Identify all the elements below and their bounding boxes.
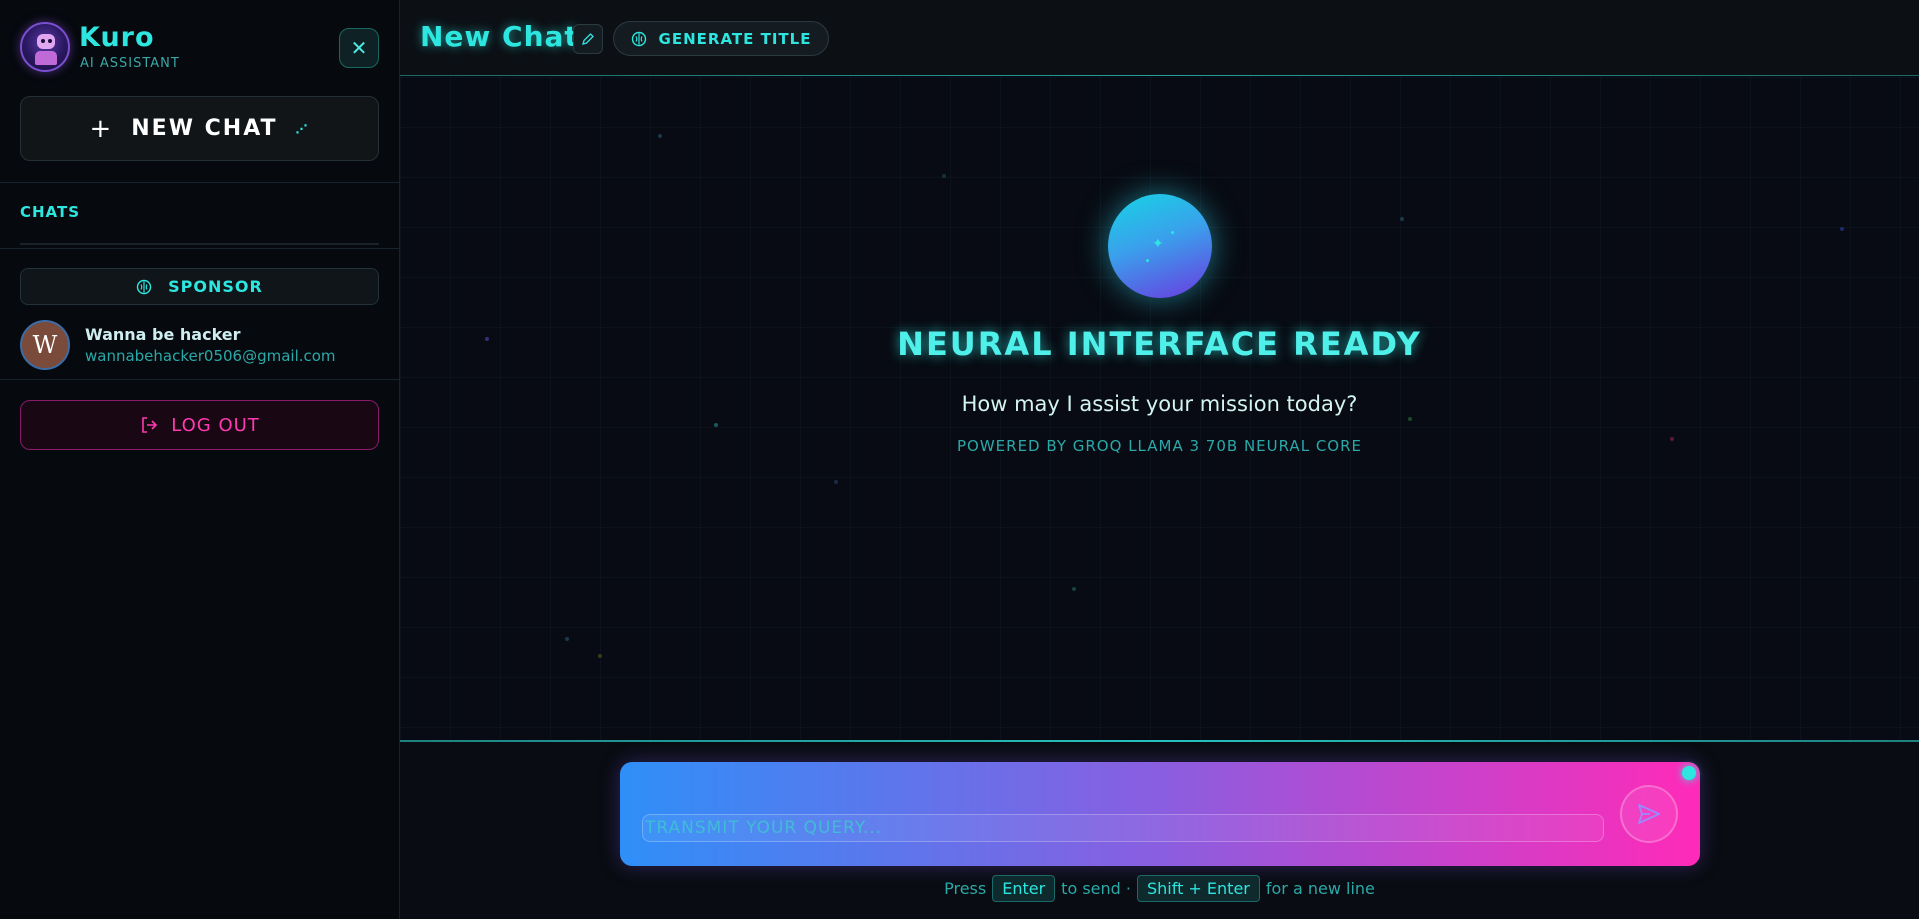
assistant-orb: ✦ [1108, 194, 1212, 298]
logout-label: LOG OUT [171, 414, 260, 436]
sponsor-button[interactable]: SPONSOR [20, 268, 379, 305]
divider [0, 248, 400, 249]
chats-section-label: CHATS [20, 203, 81, 221]
background-star [1400, 217, 1404, 221]
main-panel: New Chat GENERATE TITLE ✦ NEURAL INTERFA… [400, 0, 1919, 919]
robot-eye-right [48, 39, 52, 43]
orb-spark-dot [1146, 259, 1149, 262]
orb-spark-dot [1171, 231, 1174, 234]
robot-body [35, 51, 57, 65]
query-input[interactable] [642, 814, 1604, 842]
background-star [714, 423, 718, 427]
background-star [1072, 587, 1076, 591]
send-icon [1638, 804, 1660, 824]
chats-list [20, 243, 379, 245]
edit-title-button[interactable] [573, 24, 603, 54]
brain-icon [631, 31, 646, 46]
brand: Kuro AI ASSISTANT [20, 22, 380, 74]
generate-title-button[interactable]: GENERATE TITLE [613, 21, 829, 56]
brand-subtitle: AI ASSISTANT [80, 56, 180, 71]
powered-by-text: POWERED BY GROQ LLAMA 3 70B NEURAL CORE [956, 437, 1362, 455]
keyboard-hint: Press Enter to send · Shift + Enter for … [400, 875, 1919, 902]
robot-head [37, 34, 55, 49]
background-star [565, 637, 569, 641]
background-star [658, 134, 662, 138]
background-star [1840, 227, 1844, 231]
enter-key: Enter [992, 875, 1056, 902]
sidebar: Kuro AI ASSISTANT ✕ + NEW CHAT ⋰ CHATS S… [0, 0, 400, 919]
shift-enter-key: Shift + Enter [1136, 875, 1260, 902]
divider [0, 379, 400, 380]
background-star [1408, 417, 1412, 421]
send-button[interactable] [1620, 785, 1678, 843]
logout-icon [142, 417, 158, 433]
sparkle-icon: ✦ [1152, 236, 1164, 252]
status-indicator [1682, 766, 1696, 780]
user-email: wannabehacker0506@gmail.com [85, 347, 336, 365]
sparkle-icon: ⋰ [295, 121, 310, 136]
background-star [598, 654, 602, 658]
new-chat-label: NEW CHAT [131, 116, 278, 141]
hint-new-line: for a new line [1265, 879, 1375, 898]
composer-box [620, 762, 1700, 866]
divider [0, 182, 400, 183]
background-star [942, 174, 946, 178]
robot-eye-left [41, 39, 45, 43]
background-star [834, 480, 838, 484]
composer-section: Press Enter to send · Shift + Enter for … [400, 740, 1919, 919]
welcome-title: NEURAL INTERFACE READY [897, 325, 1422, 363]
hint-press: Press [944, 879, 987, 898]
sponsor-label: SPONSOR [168, 277, 263, 296]
hint-to-send: to send · [1061, 879, 1131, 898]
close-icon: ✕ [350, 36, 368, 60]
new-chat-button[interactable]: + NEW CHAT ⋰ [20, 96, 379, 161]
pencil-icon [582, 33, 594, 45]
logout-button[interactable]: LOG OUT [20, 400, 379, 450]
brand-logo [20, 22, 70, 72]
chat-messages-area: ✦ NEURAL INTERFACE READY How may I assis… [400, 77, 1919, 740]
brand-name: Kuro [79, 22, 155, 53]
chat-header: New Chat GENERATE TITLE [400, 0, 1919, 76]
generate-title-label: GENERATE TITLE [658, 29, 812, 48]
user-name: Wanna be hacker [85, 325, 241, 344]
plus-icon: + [89, 113, 114, 144]
welcome-subtitle: How may I assist your mission today? [961, 392, 1358, 416]
close-sidebar-button[interactable]: ✕ [339, 28, 379, 68]
user-avatar[interactable]: W [20, 320, 70, 370]
chat-title: New Chat [420, 20, 579, 53]
brain-icon [136, 279, 152, 294]
